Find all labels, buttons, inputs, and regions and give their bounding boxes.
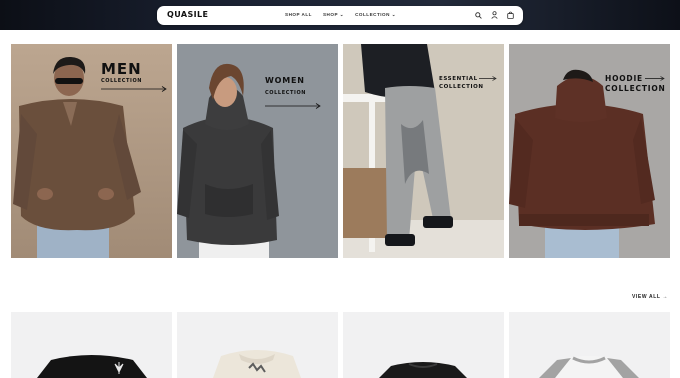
- collection-subtitle: COLLECTION: [605, 84, 666, 93]
- search-icon[interactable]: [474, 10, 483, 20]
- main-menu: SHOP ALL SHOP ⌄ COLLECTION ⌄: [285, 12, 396, 18]
- nav-shop-label: SHOP: [322, 12, 338, 17]
- arrow-right-icon: [101, 86, 167, 92]
- product-card[interactable]: [177, 312, 338, 378]
- collection-title: MEN: [101, 60, 142, 78]
- collection-title: HOODIE: [605, 74, 643, 83]
- collection-card-hoodie[interactable]: HOODIE COLLECTION: [509, 44, 670, 258]
- collection-card-essential[interactable]: ESSENTIAL COLLECTION: [343, 44, 504, 258]
- top-banner: QUASILE SHOP ALL SHOP ⌄ COLLECTION ⌄: [0, 0, 680, 30]
- cart-icon[interactable]: [506, 10, 515, 20]
- nav-shop-all[interactable]: SHOP ALL: [285, 12, 312, 18]
- product-card[interactable]: [509, 312, 670, 378]
- collection-card-women[interactable]: WOMEN COLLECTION: [177, 44, 338, 258]
- collection-subtitle: COLLECTION: [439, 84, 484, 90]
- arrow-right-icon: [479, 76, 497, 81]
- navigation-bar: QUASILE SHOP ALL SHOP ⌄ COLLECTION ⌄: [157, 6, 523, 25]
- brand-logo[interactable]: QUASILE: [167, 10, 208, 19]
- nav-collection-label: COLLECTION: [355, 12, 390, 17]
- collection-subtitle: COLLECTION: [265, 90, 307, 96]
- account-icon[interactable]: [490, 10, 499, 20]
- collection-title: ESSENTIAL: [439, 76, 478, 82]
- cream-graphic-tee-image: [213, 350, 301, 378]
- women-collection-image: [177, 44, 338, 258]
- chevron-down-icon: ⌄: [339, 12, 345, 17]
- collection-grid: MEN COLLECTION WOMEN COLLECTION ESSENTIA…: [11, 44, 670, 258]
- nav-shop[interactable]: SHOP ⌄: [323, 12, 344, 18]
- men-collection-image: [11, 44, 172, 258]
- arrow-right-icon: [645, 76, 665, 81]
- product-card[interactable]: [343, 312, 504, 378]
- black-patterned-tee-image: [379, 362, 467, 378]
- arrow-right-icon: [265, 103, 321, 109]
- chevron-down-icon: ⌄: [391, 12, 397, 17]
- header-icons: [474, 10, 515, 20]
- nav-collection[interactable]: COLLECTION ⌄: [355, 12, 396, 18]
- product-card[interactable]: [11, 312, 172, 378]
- collection-subtitle: COLLECTION: [101, 78, 143, 84]
- nav-shop-all-label: SHOP ALL: [285, 12, 312, 17]
- view-all-link[interactable]: VIEW ALL →: [632, 294, 668, 300]
- black-graphic-tee-image: [37, 355, 147, 378]
- collection-card-men[interactable]: MEN COLLECTION: [11, 44, 172, 258]
- product-grid: [11, 312, 670, 378]
- collection-title: WOMEN: [265, 76, 305, 85]
- grey-white-raglan-tee-image: [539, 356, 639, 378]
